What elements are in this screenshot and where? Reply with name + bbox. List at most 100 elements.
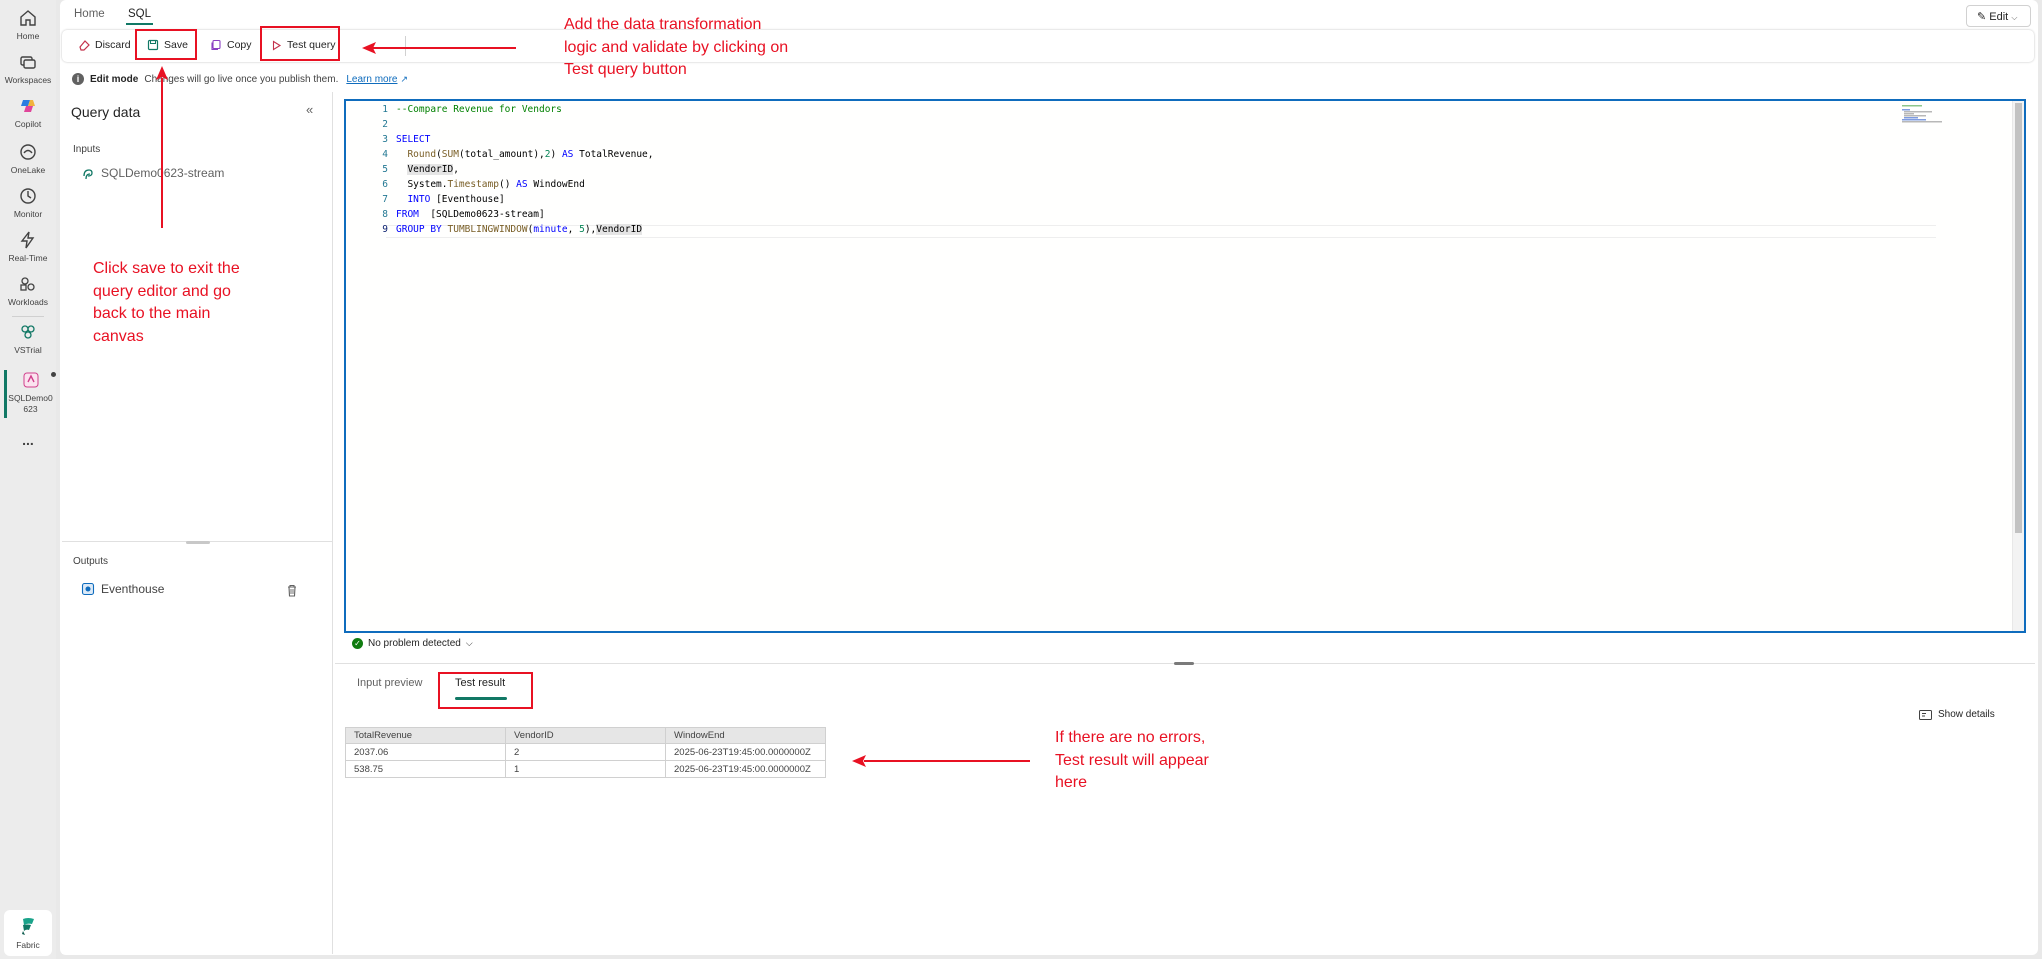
code-keyword: minute: [533, 224, 568, 235]
left-rail: Home Workspaces Copilot OneLake Monitor …: [0, 0, 56, 959]
editor-scrollbar[interactable]: [2012, 101, 2024, 631]
column-header[interactable]: VendorID: [505, 727, 666, 744]
discard-button[interactable]: Discard: [78, 39, 131, 51]
tab-home[interactable]: Home: [74, 8, 105, 20]
table-header-row: TotalRevenue VendorID WindowEnd: [345, 727, 826, 744]
rail-item-home[interactable]: Home: [0, 8, 56, 41]
code-keyword: AS: [516, 179, 528, 190]
table-cell: 2025-06-23T19:45:00.0000000Z: [665, 760, 826, 778]
rail-item-copilot[interactable]: Copilot: [0, 96, 56, 129]
toolbar: Discard Save Copy Test query: [62, 30, 2034, 62]
show-details-button[interactable]: Show details: [1919, 709, 1995, 720]
collapse-icon[interactable]: «: [306, 102, 313, 117]
tab-input-preview[interactable]: Input preview: [357, 677, 422, 689]
table-cell: 2025-06-23T19:45:00.0000000Z: [665, 743, 826, 761]
code-function: Timestamp: [447, 179, 499, 190]
output-item-label: Eventhouse: [101, 582, 165, 596]
more-icon[interactable]: ...: [0, 432, 56, 448]
inputs-label: Inputs: [73, 144, 101, 155]
info-icon: i: [72, 73, 84, 85]
editor-minimap[interactable]: [1902, 105, 1952, 127]
delete-icon[interactable]: [286, 584, 298, 597]
annotation-line: back to the main: [93, 305, 211, 322]
chevron-down-icon: ⌵: [465, 638, 473, 648]
rail-item-label: Monitor: [13, 209, 43, 219]
annotation-right: If there are no errors, Test result will…: [1055, 727, 1209, 795]
rail-item-label: Copilot: [14, 119, 42, 129]
rail-item-monitor[interactable]: Monitor: [0, 186, 56, 219]
panel-title: Query data: [71, 104, 141, 120]
code-function: Round: [407, 149, 437, 160]
code-line-1: --Compare Revenue for Vendors: [396, 104, 562, 115]
annotation-line: Test query button: [564, 61, 687, 78]
code-line-7: INTO [Eventhouse]: [407, 194, 505, 205]
code-number: 2: [544, 149, 551, 160]
panel-resize-handle[interactable]: [186, 541, 210, 544]
home-icon: [20, 10, 36, 26]
annotation-arrow-top: [372, 47, 516, 49]
rail-item-sqldemo[interactable]: SQLDemo0 623: [4, 370, 56, 418]
rail-item-label: Workloads: [8, 297, 48, 307]
annotation-line: Add the data transformation: [564, 16, 762, 33]
table-cell: 2037.06: [345, 743, 506, 761]
query-panel: Query data « Inputs SQLDemo0623-stream O…: [62, 92, 333, 954]
rail-item-onelake[interactable]: OneLake: [0, 142, 56, 175]
input-item[interactable]: SQLDemo0623-stream: [81, 166, 224, 180]
code-keyword: AS: [561, 149, 574, 160]
line-number: 2: [382, 119, 388, 130]
table-row: 2037.06 2 2025-06-23T19:45:00.0000000Z: [345, 743, 826, 761]
copy-icon: [211, 39, 221, 51]
code-line-6: System.Timestamp() AS WindowEnd: [396, 179, 585, 190]
edit-mode-button[interactable]: ✎ Edit ⌵: [1966, 5, 2031, 27]
code-keyword: GROUP BY: [396, 224, 442, 235]
rail-footer[interactable]: Fabric: [4, 910, 52, 956]
code-number: 5: [579, 224, 585, 235]
line-number: 9: [382, 224, 388, 235]
rail-item-vstrial[interactable]: VSTrial: [0, 322, 56, 355]
test-result-table: TotalRevenue VendorID WindowEnd 2037.06 …: [345, 727, 826, 778]
column-header[interactable]: WindowEnd: [665, 727, 826, 744]
unsaved-dot: [51, 372, 56, 377]
rail-item-label: OneLake: [10, 165, 46, 175]
check-circle-icon: ✓: [352, 638, 363, 649]
rail-item-label: 623: [23, 404, 38, 414]
toolbar-separator: [405, 36, 406, 56]
rail-item-workspaces[interactable]: Workspaces: [0, 52, 56, 85]
pencil-icon: ✎: [1977, 11, 1987, 23]
copy-label: Copy: [227, 39, 252, 51]
rail-footer-label: Fabric: [16, 940, 40, 950]
lightning-icon: [20, 231, 35, 249]
code-line-8: FROM [SQLDemo0623-stream]: [396, 209, 545, 220]
edit-button-label: Edit: [1989, 11, 2009, 23]
copy-button[interactable]: Copy: [210, 39, 252, 51]
learn-more-link[interactable]: Learn more: [346, 74, 397, 85]
column-header[interactable]: TotalRevenue: [345, 727, 506, 744]
stream-icon: [83, 169, 93, 180]
output-item[interactable]: Eventhouse: [81, 582, 164, 596]
rail-item-label: SQLDemo0: [8, 393, 53, 403]
edit-mode-label: Edit mode: [90, 73, 139, 85]
problems-status[interactable]: ✓ No problem detected ⌵: [352, 638, 473, 649]
workspace-icon: [21, 325, 35, 339]
workloads-icon: [20, 277, 35, 291]
rail-item-real-time[interactable]: Real-Time: [0, 230, 56, 263]
sql-editor[interactable]: 1 2 3 4 5 6 7 8 9 --Compare Revenue for …: [344, 99, 2026, 633]
code-line-3: SELECT: [396, 134, 430, 145]
rail-item-label: Workspaces: [4, 75, 52, 85]
discard-label: Discard: [95, 39, 131, 51]
eventhouse-icon: [81, 582, 95, 596]
line-number: 5: [382, 164, 388, 175]
tab-sql[interactable]: SQL: [125, 8, 154, 25]
editor-scrollbar-thumb[interactable]: [2015, 103, 2022, 533]
table-cell: 1: [505, 760, 666, 778]
annotation-line: query editor and go: [93, 282, 231, 300]
results-resize-handle[interactable]: [1174, 662, 1194, 665]
rail-item-workloads[interactable]: Workloads: [0, 274, 56, 307]
code-line-4: Round(SUM(total_amount),2) AS TotalReven…: [407, 149, 654, 160]
external-link-icon: ↗: [400, 73, 409, 84]
annotation-left: Click save to exit the query editor and …: [93, 258, 240, 348]
line-number: 3: [382, 134, 388, 145]
line-number: 7: [382, 194, 388, 205]
code-function: SUM: [441, 149, 459, 160]
code-line-5: VendorID,: [407, 164, 459, 175]
